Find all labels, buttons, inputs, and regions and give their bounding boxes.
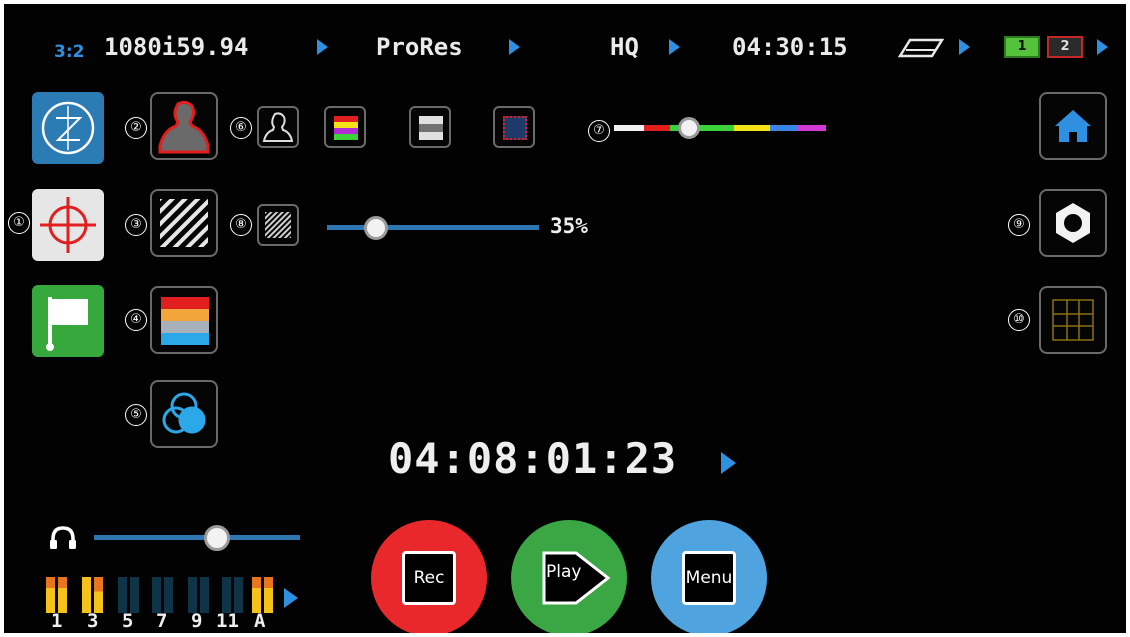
meter-11 xyxy=(222,577,231,613)
rec-button[interactable]: Rec xyxy=(371,520,487,633)
dotted-box-icon xyxy=(503,116,527,140)
callout-7: ⑦ xyxy=(588,120,610,142)
focus-peaking-button[interactable] xyxy=(150,92,218,160)
home-icon xyxy=(1055,110,1091,142)
channel-label-9: 9 xyxy=(191,610,203,632)
play-label: Play xyxy=(546,562,582,582)
time-remaining-label: 04:30:15 xyxy=(732,33,848,61)
volume-slider[interactable] xyxy=(94,525,300,551)
zebra-level-value: 35% xyxy=(550,214,588,238)
peaking-mono-option[interactable] xyxy=(409,106,451,148)
pulldown-label[interactable]: 3:2 xyxy=(54,37,84,67)
gray-stripes-icon xyxy=(419,116,443,140)
zebra-stripes-icon xyxy=(160,199,208,247)
tool-logo-icon[interactable] xyxy=(32,92,104,164)
fine-stripes-icon xyxy=(265,212,291,238)
meter-12 xyxy=(234,577,243,613)
volume-slider-knob[interactable] xyxy=(204,525,230,551)
peaking-red-option[interactable] xyxy=(493,106,535,148)
meter-8 xyxy=(164,577,173,613)
guides-button[interactable] xyxy=(1039,286,1107,354)
menu-label: Menu xyxy=(682,551,736,605)
codec-chevron-icon[interactable] xyxy=(509,39,520,55)
callout-9: ⑨ xyxy=(1008,214,1030,236)
person-outline-icon xyxy=(262,112,294,142)
battery-chevron-icon[interactable] xyxy=(1097,39,1108,55)
settings-button[interactable] xyxy=(1039,189,1107,257)
format-chevron-icon[interactable] xyxy=(317,39,328,55)
meter-10 xyxy=(200,577,209,613)
meter-6 xyxy=(130,577,139,613)
zebra-level-slider[interactable] xyxy=(327,216,539,240)
callout-8: ⑧ xyxy=(230,214,252,236)
timecode-display[interactable]: 04:08:01:23 xyxy=(388,434,677,483)
callout-1: ① xyxy=(8,212,30,234)
meter-a-right xyxy=(264,577,273,613)
quality-label[interactable]: HQ xyxy=(610,32,639,62)
meter-9 xyxy=(188,577,197,613)
zebra-slider-knob[interactable] xyxy=(364,216,388,240)
monitor-screen: 3:2 1080i59.94 ProRes HQ 04:30:15 1 2 ① xyxy=(0,0,1130,637)
gear-icon xyxy=(1056,203,1090,243)
play-button[interactable]: Play xyxy=(511,520,627,633)
meter-1 xyxy=(46,577,55,613)
channel-label-3: 3 xyxy=(87,610,99,632)
battery-1-icon: 1 xyxy=(1004,36,1040,58)
meter-2 xyxy=(58,577,67,613)
drive-chevron-icon[interactable] xyxy=(959,39,970,55)
quality-chevron-icon[interactable] xyxy=(669,39,680,55)
meter-7 xyxy=(152,577,161,613)
crosshair-icon[interactable] xyxy=(32,189,104,261)
monitor-display: 3:2 1080i59.94 ProRes HQ 04:30:15 1 2 ① xyxy=(4,4,1126,633)
zebra-button[interactable] xyxy=(150,189,218,257)
menu-button[interactable]: Menu xyxy=(651,520,767,633)
color-channels-button[interactable] xyxy=(150,380,218,448)
person-silhouette-icon xyxy=(158,100,210,154)
channel-label-5: 5 xyxy=(122,610,134,632)
callout-5: ⑤ xyxy=(125,404,147,426)
false-color-button[interactable] xyxy=(150,286,218,354)
rgb-circles-icon xyxy=(162,392,206,434)
peaking-slider-knob[interactable] xyxy=(678,117,700,139)
callout-6: ⑥ xyxy=(230,117,252,139)
codec-label[interactable]: ProRes xyxy=(376,32,463,62)
video-format-label[interactable]: 1080i59.94 xyxy=(104,32,249,62)
peaking-outline-option[interactable] xyxy=(257,106,299,148)
meter-a-left xyxy=(252,577,261,613)
meter-4 xyxy=(94,577,103,613)
peaking-color-slider[interactable] xyxy=(614,117,826,139)
battery-2-icon: 2 xyxy=(1047,36,1083,58)
peaking-color-option[interactable] xyxy=(324,106,366,148)
callout-2: ② xyxy=(125,117,147,139)
frame-guides-icon xyxy=(1052,299,1094,341)
false-color-bars-icon xyxy=(161,297,209,345)
channel-label-1: 1 xyxy=(51,610,63,632)
callout-4: ④ xyxy=(125,309,147,331)
meter-3 xyxy=(82,577,91,613)
channel-label-11: 11 xyxy=(216,610,239,632)
headphones-icon xyxy=(50,526,76,549)
home-button[interactable] xyxy=(1039,92,1107,160)
channel-label-7: 7 xyxy=(156,610,168,632)
callout-3: ③ xyxy=(125,214,147,236)
callout-10: ⑩ xyxy=(1008,309,1030,331)
audio-chevron-icon[interactable] xyxy=(284,588,298,608)
timecode-chevron-icon[interactable] xyxy=(721,452,736,474)
meter-5 xyxy=(118,577,127,613)
channel-label-a: A xyxy=(254,610,266,632)
flag-icon[interactable] xyxy=(32,285,104,357)
zebra-pattern-option[interactable] xyxy=(257,204,299,246)
storage-drive-icon xyxy=(897,38,945,58)
rec-label: Rec xyxy=(402,551,456,605)
color-stripes-icon xyxy=(334,116,358,140)
